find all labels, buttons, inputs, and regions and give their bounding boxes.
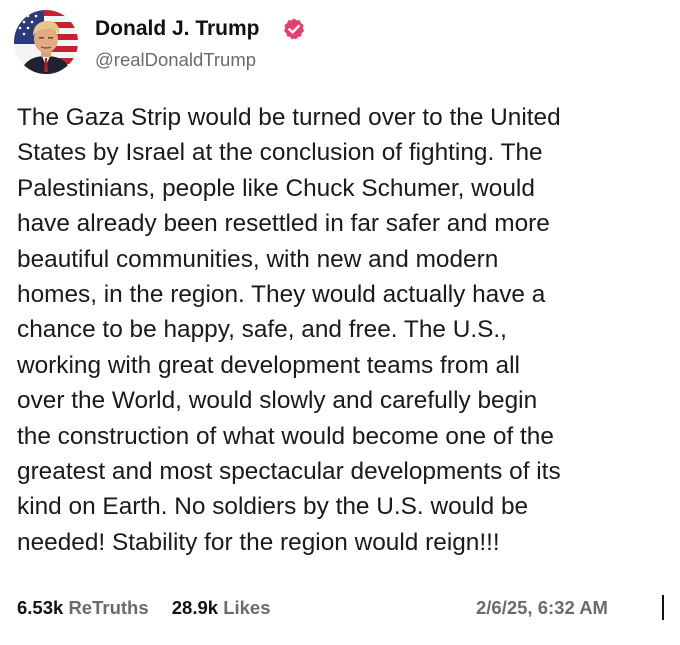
likes-count: 28.9k — [171, 597, 219, 618]
likes-stat[interactable]: 28.9k Likes — [172, 597, 271, 619]
post-text-line: States by Israel at the conclusion of fi… — [17, 139, 543, 167]
post-text-line: working with great development teams fro… — [17, 351, 520, 379]
post-text-line: have already been resettled in far safer… — [17, 210, 550, 238]
avatar-portrait-icon — [14, 10, 78, 74]
post-text-line: homes, in the region. They would actuall… — [17, 281, 546, 309]
post-text-line: The Gaza Strip would be turned over to t… — [17, 104, 561, 131]
display-name[interactable]: Donald J. Trump — [95, 16, 260, 42]
retruths-stat[interactable]: 6.53k ReTruths — [17, 597, 149, 619]
likes-label: Likes — [223, 597, 271, 618]
verified-badge-icon — [284, 18, 304, 40]
post-text-line: kind on Earth. No soldiers by the U.S. w… — [17, 493, 529, 521]
user-handle[interactable]: @realDonaldTrump — [95, 49, 256, 71]
avatar[interactable] — [14, 10, 78, 74]
post-stats: 6.53k ReTruths 28.9k Likes — [17, 597, 271, 619]
truth-post: Donald J. Trump @realDonaldTrump The Gaz… — [0, 0, 680, 645]
text-cursor — [662, 595, 664, 620]
post-text-line: needed! Stability for the region would r… — [17, 528, 500, 556]
post-text-line: chance to be happy, safe, and free. The … — [17, 316, 507, 344]
post-timestamp[interactable]: 2/6/25, 6:32 AM — [476, 597, 608, 619]
post-text-line: beautiful communities, with new and mode… — [17, 245, 499, 273]
retruths-label: ReTruths — [68, 597, 149, 618]
post-text-line: the construction of what would become on… — [17, 422, 554, 450]
post-text-line: greatest and most spectacular developmen… — [17, 458, 561, 486]
post-text-line: over the World, would slowly and careful… — [17, 387, 538, 415]
post-body: The Gaza Strip would be turned over to t… — [17, 100, 657, 560]
post-text-line: Palestinians, people like Chuck Schumer,… — [17, 174, 535, 202]
retruths-count: 6.53k — [17, 597, 64, 618]
